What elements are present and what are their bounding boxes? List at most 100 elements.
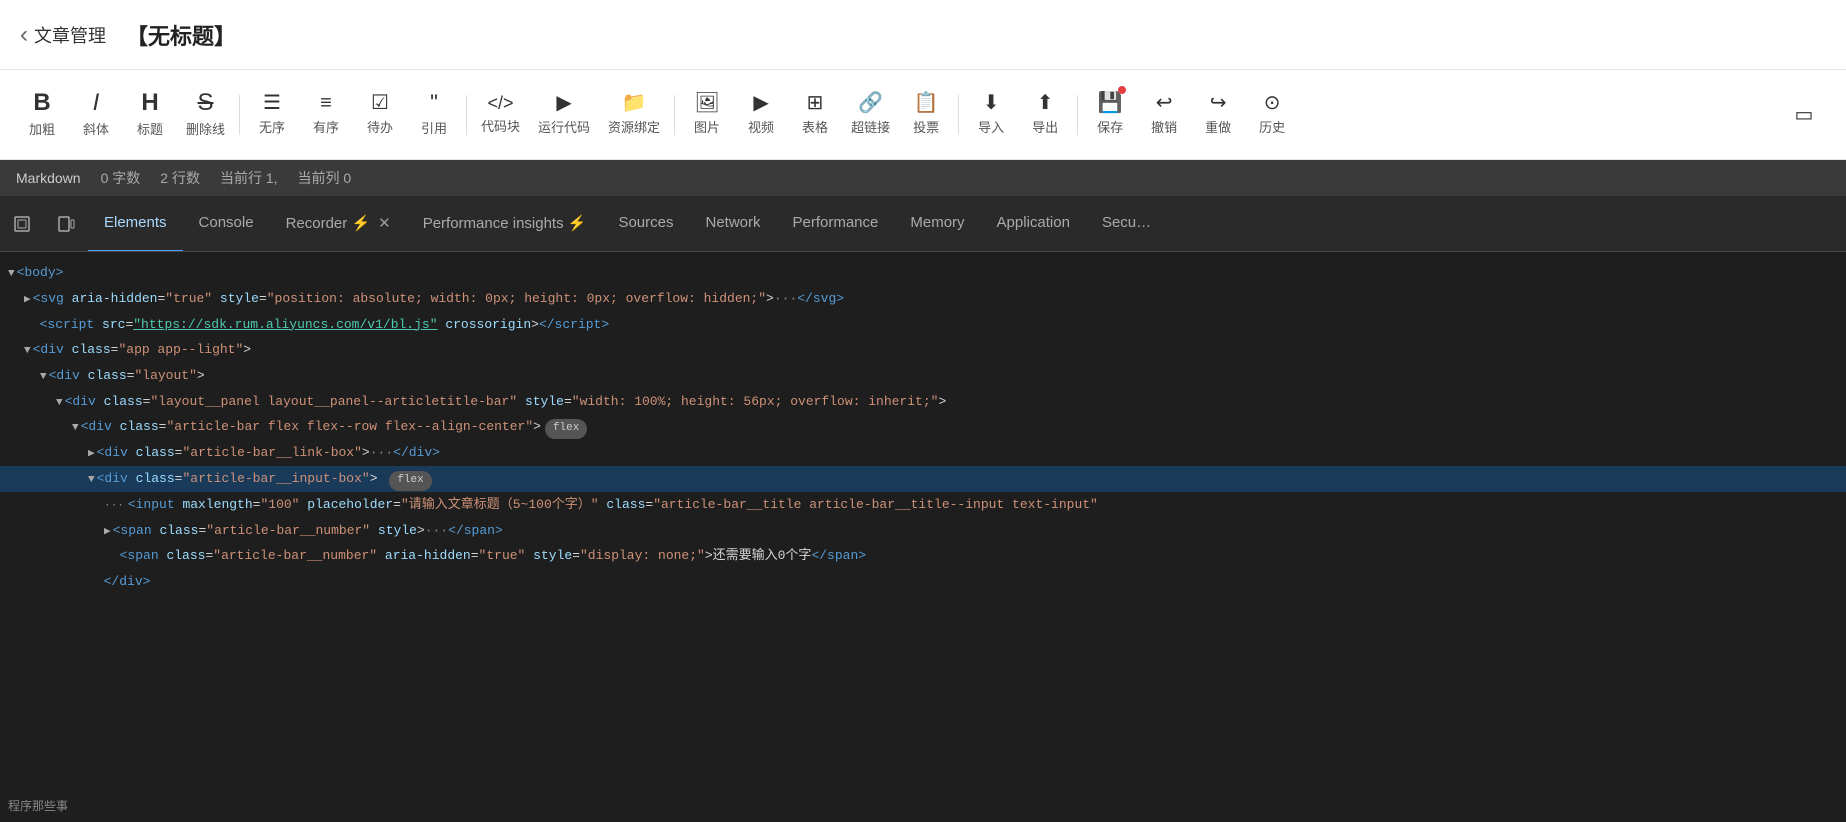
unordered-icon: ☰	[263, 93, 281, 113]
italic-label: 斜体	[83, 119, 109, 138]
history-icon: ⊙	[1264, 93, 1281, 113]
ellipsis-icon: ···	[104, 500, 124, 512]
redo-button[interactable]: ↪ 重做	[1192, 80, 1244, 150]
redo-label: 重做	[1205, 117, 1231, 136]
current-col: 当前列 0	[298, 168, 352, 188]
image-label: 图片	[694, 117, 720, 136]
tab-security[interactable]: Secu…	[1086, 196, 1167, 252]
top-bar: ‹ 文章管理 【无标题】	[0, 0, 1846, 70]
dom-svg[interactable]: ▶<svg aria-hidden="true" style="position…	[0, 286, 1846, 312]
vote-icon: 📋	[914, 93, 939, 113]
save-button[interactable]: 💾 保存	[1084, 80, 1136, 150]
tab-console[interactable]: Console	[183, 196, 270, 252]
vote-button[interactable]: 📋 投票	[900, 80, 952, 150]
dom-div-app[interactable]: ▼<div class="app app--light">	[0, 337, 1846, 363]
dom-tree: ▼<body> ▶<svg aria-hidden="true" style="…	[0, 252, 1846, 822]
divider-1	[239, 95, 240, 135]
tab-memory-label: Memory	[910, 214, 964, 231]
quote-button[interactable]: " 引用	[408, 80, 460, 150]
heading-button[interactable]: H 标题	[124, 80, 176, 150]
quote-label: 引用	[421, 118, 447, 137]
divider-5	[1077, 95, 1078, 135]
triangle-icon: ▼	[40, 371, 47, 383]
tab-network[interactable]: Network	[689, 196, 776, 252]
resource-button[interactable]: 📁 资源绑定	[600, 80, 668, 150]
dom-span-number1[interactable]: ▶<span class="article-bar__number" style…	[0, 518, 1846, 544]
code-button[interactable]: </> 代码块	[473, 80, 528, 150]
mode-label: Markdown	[16, 170, 81, 186]
video-label: 视频	[748, 117, 774, 136]
strikethrough-label: 删除线	[186, 119, 225, 138]
tab-recorder[interactable]: Recorder ⚡ ✕	[270, 196, 407, 252]
dom-body[interactable]: ▼<body>	[0, 260, 1846, 286]
image-button[interactable]: 🖼 图片	[681, 80, 733, 150]
export-button[interactable]: ⬆ 导出	[1019, 80, 1071, 150]
dom-closing-div[interactable]: </div>	[0, 569, 1846, 594]
current-row: 当前行 1,	[220, 168, 278, 188]
tab-network-label: Network	[705, 214, 760, 231]
undo-button[interactable]: ↩ 撤销	[1138, 80, 1190, 150]
runcode-button[interactable]: ▶ 运行代码	[530, 80, 598, 150]
tab-memory[interactable]: Memory	[894, 196, 980, 252]
tab-elements-label: Elements	[104, 214, 167, 231]
history-button[interactable]: ⊙ 历史	[1246, 80, 1298, 150]
page-title: 【无标题】	[126, 19, 236, 51]
triangle-icon: ▶	[24, 294, 31, 306]
italic-icon: I	[93, 91, 100, 115]
runcode-icon: ▶	[556, 93, 571, 113]
triangle-icon: ▼	[56, 397, 63, 409]
ordered-icon: ≡	[320, 93, 332, 113]
tab-recorder-close[interactable]: ✕	[378, 214, 391, 232]
link-button[interactable]: 🔗 超链接	[843, 80, 898, 150]
device-toggle-button[interactable]	[48, 206, 84, 242]
dom-article-bar[interactable]: ▼<div class="article-bar flex flex--row …	[0, 414, 1846, 440]
triangle-icon: ▶	[104, 526, 111, 538]
todo-label: 待办	[367, 117, 393, 136]
link-label: 超链接	[851, 117, 890, 136]
tab-application[interactable]: Application	[981, 196, 1086, 252]
bold-icon: B	[33, 91, 50, 115]
back-button[interactable]: ‹ 文章管理	[20, 21, 106, 49]
tab-performance[interactable]: Performance	[777, 196, 895, 252]
tab-elements[interactable]: Elements	[88, 196, 183, 252]
dom-input-box[interactable]: ▼<div class="article-bar__input-box"> fl…	[0, 466, 1846, 492]
table-button[interactable]: ⊞ 表格	[789, 80, 841, 150]
resource-icon: 📁	[622, 93, 647, 113]
italic-button[interactable]: I 斜体	[70, 80, 122, 150]
ordered-button[interactable]: ≡ 有序	[300, 80, 352, 150]
triangle-icon: ▶	[88, 448, 95, 460]
dom-link-box[interactable]: ▶<div class="article-bar__link-box">···<…	[0, 440, 1846, 466]
video-button[interactable]: ▶ 视频	[735, 80, 787, 150]
strikethrough-button[interactable]: S 删除线	[178, 80, 233, 150]
tab-performance-label: Performance	[793, 214, 879, 231]
linecount: 2 行数	[160, 168, 200, 188]
import-button[interactable]: ⬇ 导入	[965, 80, 1017, 150]
dom-input[interactable]: ···<input maxlength="100" placeholder="请…	[0, 492, 1846, 518]
tab-sources[interactable]: Sources	[602, 196, 689, 252]
divider-2	[466, 95, 467, 135]
dom-div-panel[interactable]: ▼<div class="layout__panel layout__panel…	[0, 389, 1846, 415]
dom-div-layout[interactable]: ▼<div class="layout">	[0, 363, 1846, 389]
triangle-icon: ▼	[24, 345, 31, 357]
toolbar: B 加粗 I 斜体 H 标题 S 删除线 ☰ 无序 ≡ 有序 ☑ 待办 " 引用…	[0, 70, 1846, 160]
back-arrow: ‹	[20, 21, 28, 49]
quote-icon: "	[430, 92, 438, 114]
bold-button[interactable]: B 加粗	[16, 80, 68, 150]
unordered-button[interactable]: ☰ 无序	[246, 80, 298, 150]
export-icon: ⬆	[1037, 93, 1054, 113]
dom-span-number2[interactable]: <span class="article-bar__number" aria-h…	[0, 543, 1846, 568]
save-notification-dot	[1118, 86, 1126, 94]
video-icon: ▶	[753, 93, 768, 113]
triangle-icon: ▼	[88, 474, 95, 486]
todo-button[interactable]: ☑ 待办	[354, 80, 406, 150]
select-element-button[interactable]	[4, 206, 40, 242]
resource-label: 资源绑定	[608, 117, 660, 136]
tab-performance-insights[interactable]: Performance insights ⚡	[407, 196, 603, 252]
heading-label: 标题	[137, 119, 163, 138]
dom-script[interactable]: <script src="https://sdk.rum.aliyuncs.co…	[0, 312, 1846, 337]
vote-label: 投票	[913, 117, 939, 136]
todo-icon: ☑	[371, 93, 389, 113]
table-label: 表格	[802, 117, 828, 136]
triangle-icon: ▼	[72, 422, 79, 434]
layout-button[interactable]: ▭	[1778, 80, 1830, 150]
